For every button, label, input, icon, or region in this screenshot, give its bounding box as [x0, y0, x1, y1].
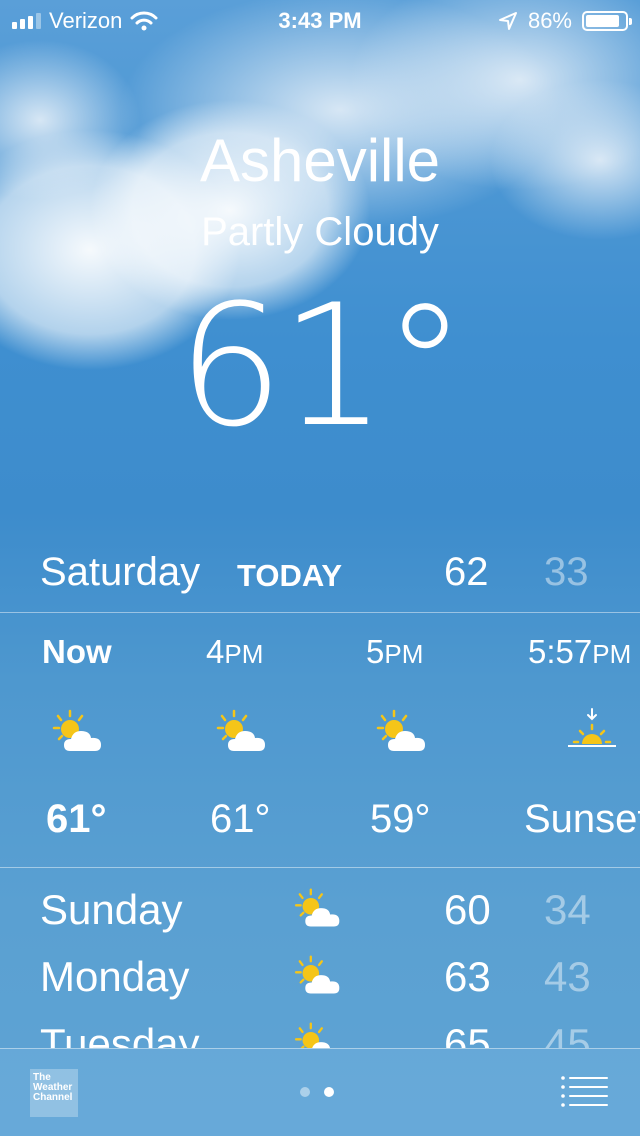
today-low: 33: [544, 550, 589, 594]
today-day: Saturday: [40, 550, 201, 594]
logo-text: The Weather Channel: [33, 1072, 73, 1103]
hourly-forecast[interactable]: Now 61° 4PM 61° 5PM 59° 5:57PM Sunset: [0, 613, 640, 867]
page-dot[interactable]: [300, 1087, 310, 1097]
hourly-item: 4PM 61°: [206, 613, 336, 867]
daily-forecast[interactable]: Sunday 60 34 Monday 63 43 Tuesday 65 45: [0, 868, 640, 1048]
hourly-item: Now 61°: [42, 613, 172, 867]
hour-time: 5PM: [366, 633, 424, 670]
sunset-icon: [568, 708, 616, 747]
day-low: 34: [544, 886, 591, 933]
hour-temp: 59°: [370, 797, 431, 841]
partly-cloudy-icon: [294, 888, 340, 927]
partly-cloudy-icon: [294, 955, 340, 994]
hour-temp: Sunset: [524, 797, 640, 841]
hour-time: Now: [42, 633, 112, 670]
status-bar: Verizon 3:43 PM 86%: [0, 0, 640, 40]
battery-percent: 86%: [527, 8, 572, 33]
today-summary: Saturday TODAY 62 33: [0, 546, 640, 606]
day-name: Monday: [40, 953, 190, 1000]
day-high: 65: [444, 1020, 491, 1048]
location-arrow-icon: [498, 12, 517, 30]
hour-temp: 61°: [46, 797, 107, 841]
day-name: Sunday: [40, 886, 183, 933]
today-label: TODAY: [237, 558, 343, 593]
today-high: 62: [444, 550, 489, 594]
day-low: 43: [544, 953, 591, 1000]
page-indicator[interactable]: [300, 1087, 334, 1097]
partly-cloudy-icon: [294, 1022, 331, 1048]
page-dot-active[interactable]: [324, 1087, 334, 1097]
city-list-icon[interactable]: [560, 1075, 610, 1109]
hourly-item: 5:57PM Sunset: [524, 613, 640, 867]
day-high: 60: [444, 886, 491, 933]
current-temperature: 61°: [177, 268, 467, 464]
daily-row: Monday 63 43: [0, 939, 640, 1005]
hourly-item: 5PM 59°: [366, 613, 496, 867]
battery-icon: [582, 11, 632, 31]
partly-cloudy-icon: [216, 709, 265, 751]
bottom-toolbar: The Weather Channel: [0, 1048, 640, 1136]
city-name: Asheville: [199, 127, 441, 194]
hour-time: 4PM: [206, 633, 264, 670]
weather-channel-logo[interactable]: The Weather Channel: [30, 1069, 78, 1117]
day-name: Tuesday: [40, 1020, 200, 1048]
partly-cloudy-icon: [376, 709, 425, 751]
day-high: 63: [444, 953, 491, 1000]
daily-row: Tuesday 65 45: [0, 1006, 640, 1048]
hour-time: 5:57PM: [528, 633, 632, 670]
current-condition: Partly Cloudy: [201, 210, 439, 254]
hour-temp: 61°: [210, 797, 271, 841]
partly-cloudy-icon: [52, 709, 101, 751]
daily-row: Sunday 60 34: [0, 872, 640, 938]
day-low: 45: [544, 1020, 591, 1048]
